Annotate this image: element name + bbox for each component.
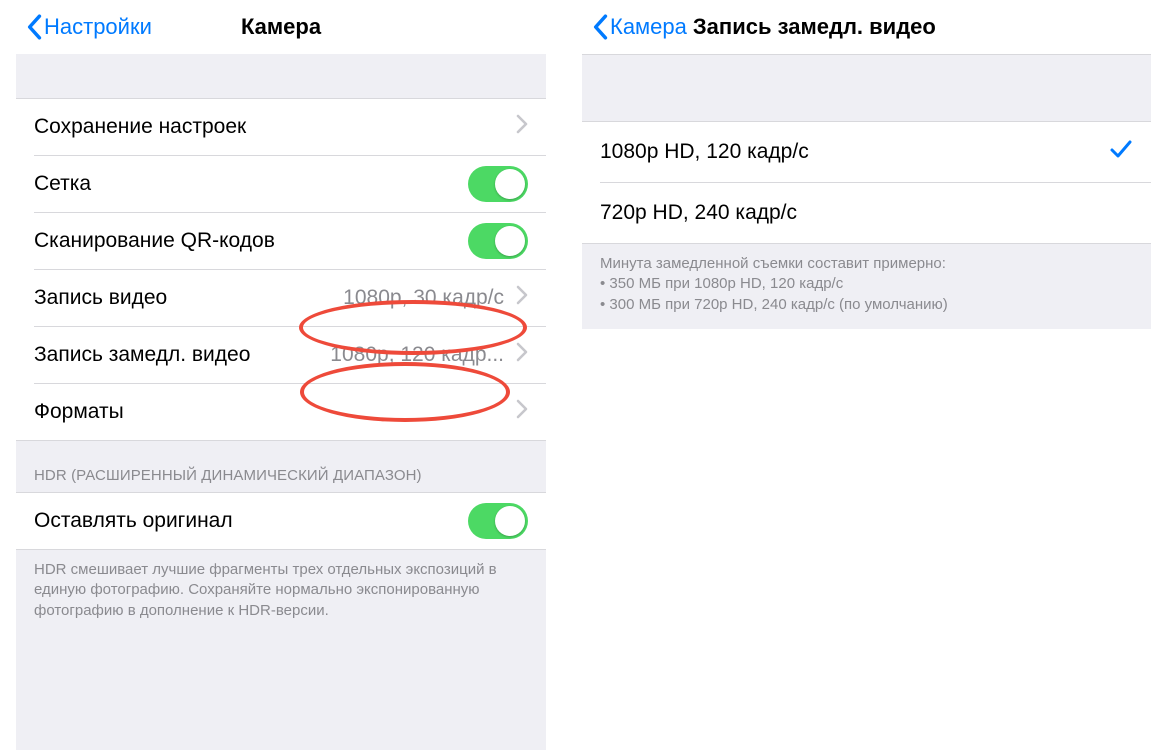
back-button[interactable]: Камера <box>592 14 687 40</box>
chevron-left-icon <box>26 14 42 40</box>
settings-group-main: Сохранение настроек Сетка Сканирование Q… <box>16 98 546 441</box>
row-record-slomo[interactable]: Запись замедл. видео 1080p, 120 кадр... <box>16 327 546 383</box>
chevron-right-icon <box>516 285 528 311</box>
row-value: 1080p, 30 кадр/с <box>343 286 504 310</box>
row-label: Сетка <box>34 172 468 196</box>
row-label: Запись видео <box>34 286 255 310</box>
option-label: 720p HD, 240 кадр/с <box>600 201 1133 225</box>
chevron-right-icon <box>516 399 528 425</box>
group-footer-slomo: Минута замедленной съемки составит приме… <box>582 244 1151 329</box>
toggle-switch-on[interactable] <box>468 223 528 259</box>
back-button[interactable]: Настройки <box>26 14 152 40</box>
chevron-right-icon <box>516 114 528 140</box>
slomo-settings-pane: Камера Запись замедл. видео 1080p HD, 12… <box>582 0 1151 400</box>
chevron-right-icon <box>516 342 528 368</box>
toggle-switch-on[interactable] <box>468 166 528 202</box>
row-record-video[interactable]: Запись видео 1080p, 30 кадр/с <box>16 270 546 326</box>
camera-settings-pane: Настройки Камера Сохранение настроек Сет… <box>16 0 546 750</box>
row-label: Запись замедл. видео <box>34 343 290 367</box>
option-1080p-120[interactable]: 1080p HD, 120 кадр/с <box>582 122 1151 182</box>
group-footer-hdr: HDR смешивает лучшие фрагменты трех отде… <box>16 550 546 635</box>
row-label: Форматы <box>34 400 510 424</box>
option-720p-240[interactable]: 720p HD, 240 кадр/с <box>582 183 1151 243</box>
row-value: 1080p, 120 кадр... <box>330 343 504 367</box>
row-save-settings[interactable]: Сохранение настроек <box>16 99 546 155</box>
page-title: Запись замедл. видео <box>693 14 936 40</box>
slomo-options-group: 1080p HD, 120 кадр/с 720p HD, 240 кадр/с <box>582 121 1151 244</box>
back-label: Камера <box>610 14 687 40</box>
nav-bar: Камера Запись замедл. видео <box>582 0 1151 54</box>
row-label: Сохранение настроек <box>34 115 510 139</box>
row-label: Оставлять оригинал <box>34 509 468 533</box>
back-label: Настройки <box>44 14 152 40</box>
chevron-left-icon <box>592 14 608 40</box>
row-hdr-original[interactable]: Оставлять оригинал <box>16 493 546 549</box>
option-label: 1080p HD, 120 кадр/с <box>600 140 1109 164</box>
settings-group-hdr: Оставлять оригинал <box>16 492 546 550</box>
row-formats[interactable]: Форматы <box>16 384 546 440</box>
toggle-switch-on[interactable] <box>468 503 528 539</box>
nav-bar: Настройки Камера <box>16 0 546 54</box>
row-grid[interactable]: Сетка <box>16 156 546 212</box>
row-label: Сканирование QR-кодов <box>34 229 468 253</box>
row-qr-scan[interactable]: Сканирование QR-кодов <box>16 213 546 269</box>
checkmark-icon <box>1109 138 1133 166</box>
group-header-hdr: HDR (РАСШИРЕННЫЙ ДИНАМИЧЕСКИЙ ДИАПАЗОН) <box>16 441 546 492</box>
